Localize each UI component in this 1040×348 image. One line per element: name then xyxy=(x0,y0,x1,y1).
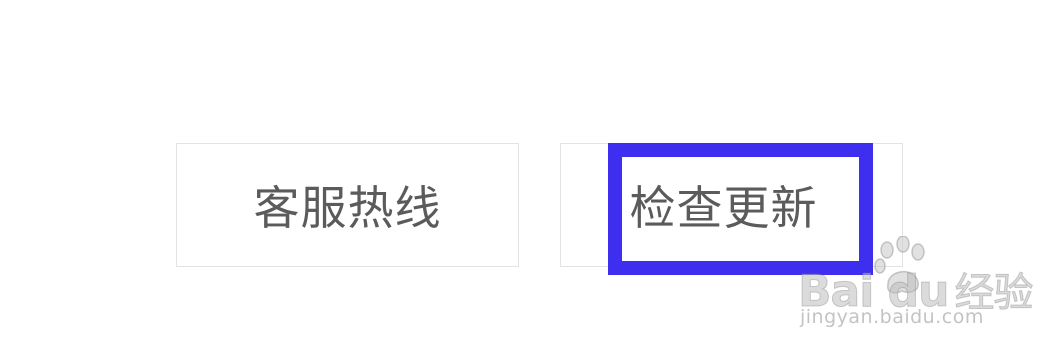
customer-hotline-label: 客服热线 xyxy=(253,181,442,235)
watermark-brand: Bai du 经验 xyxy=(797,260,1034,318)
watermark-url: jingyan.baidu.com xyxy=(800,306,984,328)
watermark-brand-latin: Bai du xyxy=(797,266,949,318)
check-update-label: 检查更新 xyxy=(629,181,818,235)
check-update-button[interactable]: 检查更新 xyxy=(560,143,903,267)
customer-hotline-button[interactable]: 客服热线 xyxy=(176,143,519,267)
watermark-brand-cn: 经验 xyxy=(954,270,1034,317)
